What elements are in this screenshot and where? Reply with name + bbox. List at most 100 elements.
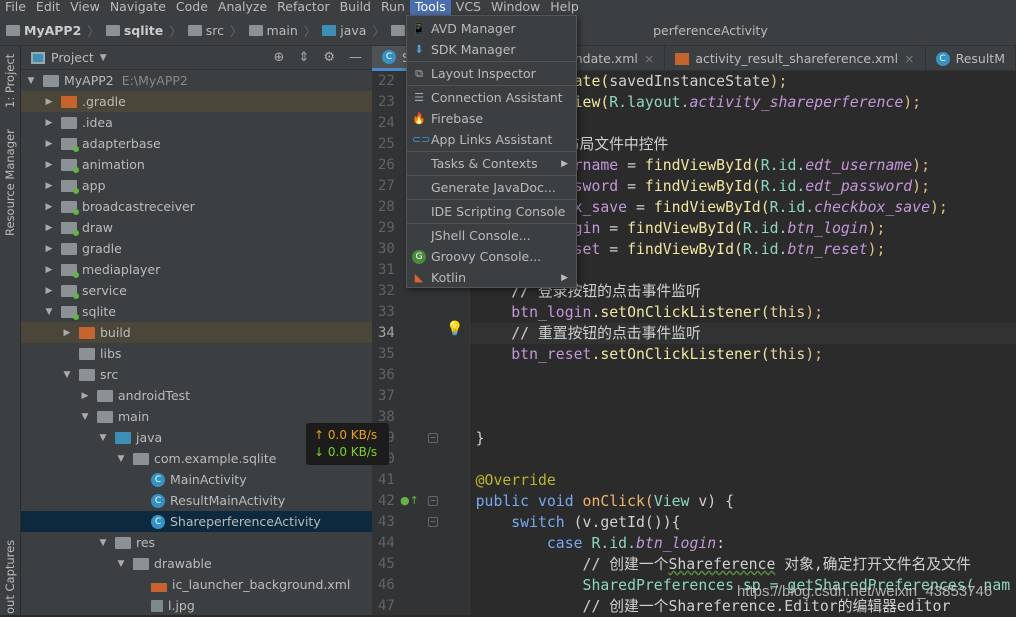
tree-item-androidtest[interactable]: ▶ androidTest (21, 385, 372, 406)
menu-refactor[interactable]: Refactor (272, 0, 334, 15)
tab-activity-result-shareference-xml[interactable]: activity_result_shareference.xml × (665, 46, 926, 71)
tree-item-idea[interactable]: ▶ .idea (21, 112, 372, 133)
menu-item-layout-inspector[interactable]: ⧉ Layout Inspector (407, 63, 576, 84)
tree-item-gradle[interactable]: ▶ gradle (21, 238, 372, 259)
menu-build[interactable]: Build (335, 0, 376, 15)
menu-item-ide-scripting-console[interactable]: IDE Scripting Console (407, 201, 576, 222)
chevron-down-icon[interactable]: ▼ (79, 412, 91, 422)
chevron-right-icon[interactable]: ▶ (79, 391, 91, 401)
code-line[interactable]: } (470, 428, 1016, 449)
menu-item-kotlin[interactable]: ◣ Kotlin ▶ (407, 267, 576, 288)
menu-vcs[interactable]: VCS (451, 0, 486, 15)
menu-item-sdk-manager[interactable]: ⬇ SDK Manager (407, 39, 576, 60)
chevron-right-icon[interactable]: ▶ (43, 286, 55, 296)
breadcrumb-item[interactable]: main (248, 23, 298, 38)
menu-run[interactable]: Run (376, 0, 410, 15)
chevron-down-icon[interactable]: ▼ (97, 538, 109, 548)
tree-item-app[interactable]: ▶ app (21, 175, 372, 196)
tree-item-sqlite[interactable]: ▼ sqlite (21, 301, 372, 322)
chevron-right-icon[interactable]: ▶ (43, 118, 55, 128)
breadcrumb-item[interactable]: perferenceActivity (653, 23, 768, 38)
tree-item-service[interactable]: ▶ service (21, 280, 372, 301)
tree-item-mediaplayer[interactable]: ▶ mediaplayer (21, 259, 372, 280)
lightbulb-icon[interactable]: 💡 (446, 321, 463, 337)
chevron-down-icon[interactable]: ▼ (25, 76, 37, 86)
gear-icon[interactable]: ⚙ (323, 50, 335, 65)
chevron-down-icon[interactable]: ▼ (61, 370, 73, 380)
code-line[interactable] (470, 386, 1016, 407)
code-line[interactable] (470, 365, 1016, 386)
hide-icon[interactable]: — (349, 50, 362, 65)
chevron-right-icon[interactable]: ▶ (43, 202, 55, 212)
breadcrumb-item[interactable]: sqlite (105, 23, 163, 38)
chevron-right-icon[interactable]: ▶ (43, 97, 55, 107)
fold-icon[interactable]: − (428, 517, 438, 527)
code-line[interactable]: @Override (470, 470, 1016, 491)
fold-icon[interactable]: − (428, 433, 438, 443)
chevron-right-icon[interactable]: ▶ (61, 328, 73, 338)
code-line[interactable]: public void onClick(View v) { (470, 491, 1016, 512)
chevron-down-icon[interactable]: ▼ (100, 53, 107, 63)
tree-item-libs[interactable]: libs (21, 343, 372, 364)
tab-resultm[interactable]: C ResultM (926, 46, 1016, 71)
code-line[interactable]: case R.id.btn_login: (470, 533, 1016, 554)
code-line[interactable] (470, 407, 1016, 428)
chevron-right-icon[interactable]: ▶ (43, 244, 55, 254)
menu-code[interactable]: Code (171, 0, 213, 15)
menu-tools[interactable]: Tools (409, 0, 451, 15)
tree-item-adapterbase[interactable]: ▶ adapterbase (21, 133, 372, 154)
menu-item-app-links-assistant[interactable]: ⊂⊃ App Links Assistant (407, 129, 576, 150)
breadcrumb-item[interactable]: src (187, 23, 224, 38)
tree-item-draw[interactable]: ▶ draw (21, 217, 372, 238)
code-line[interactable] (470, 449, 1016, 470)
tree-item-broadcastreceiver[interactable]: ▶ broadcastreceiver (21, 196, 372, 217)
menu-view[interactable]: View (65, 0, 105, 15)
chevron-right-icon[interactable]: ▶ (43, 181, 55, 191)
layout-captures-tab[interactable]: out Captures (3, 540, 17, 614)
menu-edit[interactable]: Edit (31, 0, 65, 15)
tree-item-myapp2[interactable]: ▼ MyAPP2 E:\MyAPP2 (21, 70, 372, 91)
tree-item-drawable[interactable]: ▼ drawable (21, 553, 372, 574)
menu-item-jshell-console[interactable]: JShell Console... (407, 225, 576, 246)
tree-item-shareperferenceactivity[interactable]: C ShareperferenceActivity (21, 511, 372, 532)
locate-icon[interactable]: ⊕ (274, 50, 285, 65)
breadcrumb-item[interactable]: MyAPP2 (6, 23, 81, 38)
code-line[interactable]: btn_reset.setOnClickListener(this); (470, 344, 1016, 365)
menu-help[interactable]: Help (545, 0, 584, 15)
tree-item-animation[interactable]: ▶ animation (21, 154, 372, 175)
chevron-down-icon[interactable]: ▼ (115, 559, 127, 569)
menu-item-avd-manager[interactable]: 📱 AVD Manager (407, 18, 576, 39)
menu-item-connection-assistant[interactable]: ☰ Connection Assistant (407, 87, 576, 108)
project-view-selector[interactable]: Project (51, 50, 94, 65)
menu-item-generate-javadoc[interactable]: Generate JavaDoc... (407, 177, 576, 198)
chevron-right-icon[interactable]: ▶ (43, 223, 55, 233)
fold-icon[interactable]: − (428, 496, 438, 506)
tree-item-l-jpg[interactable]: l.jpg (21, 595, 372, 616)
close-icon[interactable]: × (644, 51, 654, 66)
menu-item-firebase[interactable]: 🔥 Firebase (407, 108, 576, 129)
code-line[interactable]: // 重置按钮的点击事件监听 (470, 323, 1016, 344)
tree-item-src[interactable]: ▼ src (21, 364, 372, 385)
chevron-down-icon[interactable]: ▼ (115, 454, 127, 464)
tree-item-ic-launcher-background-xml[interactable]: ic_launcher_background.xml (21, 574, 372, 595)
menu-window[interactable]: Window (486, 0, 545, 15)
menu-item-tasks-contexts[interactable]: Tasks & Contexts ▶ (407, 153, 576, 174)
tree-item-gradle[interactable]: ▶ .gradle (21, 91, 372, 112)
code-line[interactable]: // 创建一个Shareference 对象,确定打开文件名及文件 (470, 554, 1016, 575)
chevron-down-icon[interactable]: ▼ (97, 433, 109, 443)
menu-analyze[interactable]: Analyze (213, 0, 272, 15)
chevron-right-icon[interactable]: ▶ (43, 265, 55, 275)
tree-item-mainactivity[interactable]: C MainActivity (21, 469, 372, 490)
project-tool-tab[interactable]: 1: Project (3, 54, 17, 108)
resource-manager-tab[interactable]: Resource Manager (3, 129, 17, 236)
menu-navigate[interactable]: Navigate (105, 0, 171, 15)
chevron-right-icon[interactable]: ▶ (43, 139, 55, 149)
tree-item-res[interactable]: ▼ res (21, 532, 372, 553)
tree-item-resultmainactivity[interactable]: C ResultMainActivity (21, 490, 372, 511)
code-line[interactable]: switch (v.getId()){ (470, 512, 1016, 533)
tree-item-build[interactable]: ▶ build (21, 322, 372, 343)
chevron-down-icon[interactable]: ▼ (43, 307, 55, 317)
menu-file[interactable]: File (0, 0, 31, 15)
close-icon[interactable]: × (904, 51, 914, 66)
chevron-right-icon[interactable]: ▶ (43, 160, 55, 170)
